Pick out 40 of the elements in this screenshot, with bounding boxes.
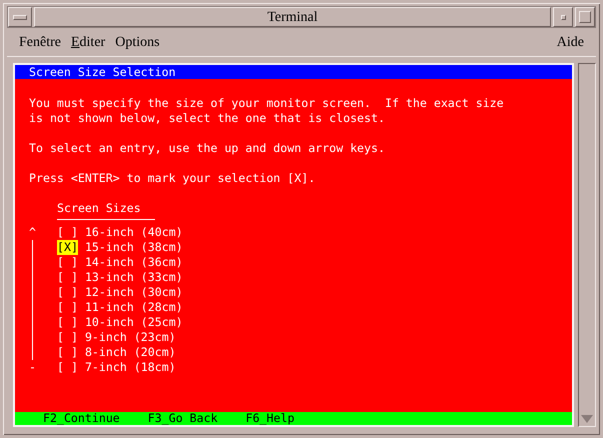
screen-size-option[interactable]: 16-inch (40cm): [84, 225, 183, 240]
menu-item[interactable]: Aide: [552, 35, 588, 51]
instruction-text: You must specify the size of your monitor screen. If the exact size: [29, 96, 504, 110]
screen-size-option[interactable]: 11-inch (28cm): [84, 300, 183, 315]
minimize-button[interactable]: [553, 7, 573, 27]
window-menu-button[interactable]: [8, 7, 32, 27]
checkbox[interactable]: [ ]: [57, 300, 78, 315]
screen-size-option[interactable]: 15-inch (38cm): [84, 240, 183, 255]
function-key-label[interactable]: F2_Continue: [43, 412, 120, 425]
screen-size-option[interactable]: 10-inch (25cm): [84, 315, 183, 330]
function-key-label[interactable]: F6_Help: [246, 412, 294, 425]
function-key-label[interactable]: F3_Go Back: [148, 412, 218, 425]
instruction-text: Press <ENTER> to mark your selection [X].: [29, 171, 316, 185]
maximize-button[interactable]: [575, 7, 595, 27]
checkbox[interactable]: [ ]: [57, 360, 78, 375]
menu-item[interactable]: Editer: [66, 35, 110, 51]
menu-item[interactable]: Options: [111, 35, 164, 51]
checkbox[interactable]: [ ]: [57, 255, 78, 270]
checkbox[interactable]: [ ]: [57, 345, 78, 360]
screen-size-option[interactable]: 7-inch (18cm): [84, 360, 176, 375]
screen-size-option[interactable]: 9-inch (23cm): [84, 330, 176, 345]
checkbox[interactable]: [ ]: [57, 270, 78, 285]
screen-size-option[interactable]: 12-inch (30cm): [84, 285, 183, 300]
instruction-text: To select an entry, use the up and down arrow keys.: [29, 141, 385, 155]
screen-size-option[interactable]: 14-inch (36cm): [84, 255, 183, 270]
instruction-text: is not shown below, select the one that is closest.: [29, 111, 385, 125]
scroll-up-indicator: ^: [29, 225, 36, 240]
scroll-down-indicator: -: [29, 360, 36, 375]
checkbox[interactable]: [X]: [57, 240, 78, 255]
screen-size-option[interactable]: 8-inch (20cm): [84, 345, 176, 360]
menu-item[interactable]: Fenêtre: [15, 35, 65, 51]
checkbox[interactable]: [ ]: [57, 315, 78, 330]
checkbox[interactable]: [ ]: [57, 285, 78, 300]
window-title: Terminal: [34, 7, 551, 27]
list-heading: Screen Sizes: [57, 201, 155, 220]
checkbox[interactable]: [ ]: [57, 225, 78, 240]
scrollbar[interactable]: [578, 63, 596, 427]
dialog-title: Screen Size Selection: [15, 65, 572, 79]
checkbox[interactable]: [ ]: [57, 330, 78, 345]
screen-size-option[interactable]: 13-inch (33cm): [84, 270, 183, 285]
